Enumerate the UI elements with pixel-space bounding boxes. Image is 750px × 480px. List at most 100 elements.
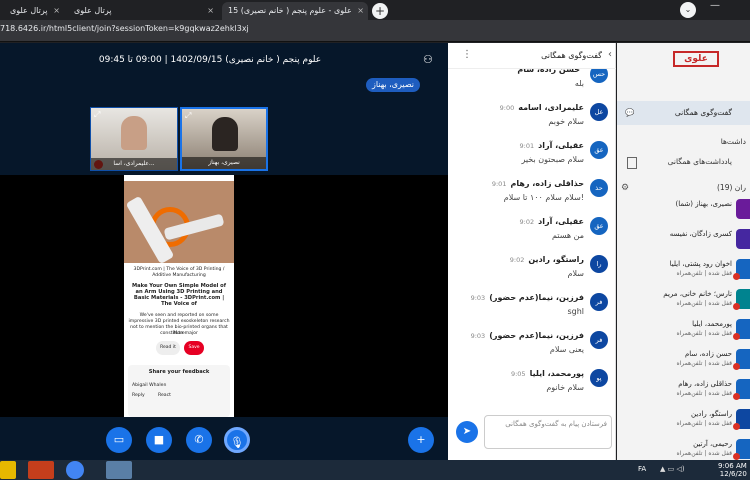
user-status: قفل شده | تلفن‌همراه <box>676 360 732 367</box>
person-image <box>212 117 238 151</box>
user-item[interactable]: نصیری، بهناز (شما) <box>617 195 750 225</box>
user-item[interactable]: حسن زاده، سام قفل شده | تلفن‌همراه <box>617 345 750 375</box>
user-item[interactable]: حذاقلی زاده، رهام قفل شده | تلفن‌همراه <box>617 375 750 405</box>
shared-phone-screen: 3DPrint.com | The Voice of 3D Printing /… <box>124 175 234 417</box>
user-status: قفل شده | تلفن‌همراه <box>676 390 732 397</box>
users-header: ران (19) <box>716 183 746 192</box>
chat-panel: ⋮ گفت‌وگوی همگانی ‹ حس حسن زاده، سام بله عل… <box>448 43 616 460</box>
tab-portal-2[interactable]: پرتال علوی × <box>68 2 218 20</box>
user-name: راستگو، رادین <box>691 410 732 418</box>
start-icon[interactable] <box>0 461 16 479</box>
chat-input[interactable]: فرستادن پیام به گفت‌وگوی همگانی <box>484 415 612 449</box>
user-item[interactable]: راستگو، رادین قفل شده | تلفن‌همراه <box>617 405 750 435</box>
chat-header: ⋮ گفت‌وگوی همگانی ‹ <box>448 43 616 69</box>
chat-message: را 9:02 راستگو، رادین سلام <box>448 253 616 291</box>
close-icon[interactable]: × <box>207 2 214 20</box>
presenter-badge: نصیری، بهناز <box>366 78 421 92</box>
clock-time: 9:06 AM <box>718 462 747 470</box>
tab-search-icon[interactable]: ⌄ <box>680 2 696 18</box>
user-item[interactable]: پورمحمد، ایلیا قفل شده | تلفن‌همراه <box>617 315 750 345</box>
message-sender: 9:01 حذاقلی زاده، رهام <box>492 179 584 188</box>
user-name: رحیمی، آرتین <box>693 440 732 448</box>
chat-message: فر 9:03 فرزین، نیما(عدم حضور) یعنی سلام <box>448 329 616 367</box>
tab-label: پرتال علوی <box>10 6 48 15</box>
shared-notes-item[interactable]: یادداشت‌های همگانی <box>617 151 750 171</box>
public-chat-label: گفت‌وگوی همگانی <box>674 108 732 117</box>
gear-icon[interactable]: ⚙ <box>621 183 629 193</box>
minimize-icon[interactable]: — <box>710 0 720 11</box>
message-time: 9:02 <box>509 256 525 264</box>
public-chat-item[interactable]: 💬 گفت‌وگوی همگانی <box>617 101 750 125</box>
language-indicator[interactable]: FA <box>638 465 646 473</box>
avatar <box>736 199 750 219</box>
avatar: عق <box>590 141 608 159</box>
powerpoint-icon[interactable] <box>28 461 54 479</box>
message-text: سلام خانوم <box>546 383 584 392</box>
locked-icon <box>733 363 740 370</box>
video-area: علوم پنجم ( خانم نصیری) 1402/09/15 | 09:… <box>0 43 448 460</box>
share-screen-button[interactable]: ▭ <box>106 427 132 453</box>
photos-icon[interactable] <box>106 461 132 479</box>
message-text: بله <box>574 79 584 88</box>
avatar: را <box>590 255 608 273</box>
locked-icon <box>733 393 740 400</box>
chat-options-icon[interactable]: ⋮ <box>462 49 472 60</box>
mic-button[interactable]: 🎙 <box>224 427 250 453</box>
tab-session[interactable]: علوی - علوم پنجم ( خانم نصیری) 15 × <box>222 2 368 20</box>
tray-icons[interactable]: ▲ ▭ ◁) <box>660 465 685 473</box>
message-sender: 9:00 علیمرادی، اسامه <box>500 103 584 112</box>
user-name: اخوان رود پشتی، ایلیا <box>669 260 732 268</box>
user-item[interactable]: اخوان رود پشتی، ایلیا قفل شده | تلفن‌همرا… <box>617 255 750 285</box>
avatar: فر <box>590 331 608 349</box>
avatar: حذ <box>590 179 608 197</box>
message-sender: حسن زاده، سام <box>517 69 584 74</box>
webcam-teacher[interactable]: ⤢ نصیری، بهناز <box>180 107 268 171</box>
message-sender: 9:02 عقیلی، آراد <box>520 217 584 226</box>
chat-messages: حس حسن زاده، سام بله عل 9:00 علیمرادی، اسامه س… <box>448 69 616 414</box>
close-icon[interactable]: × <box>357 2 364 20</box>
user-item[interactable]: تارس؛ خانم خانی، مریم قفل شده | تلفن‌همرا… <box>617 285 750 315</box>
actions-plus-button[interactable]: + <box>408 427 434 453</box>
chrome-icon[interactable] <box>66 461 84 479</box>
article-headline: Make Your Own Simple Model of an Arm Usi… <box>132 283 226 307</box>
logo: علوی <box>673 51 719 67</box>
url-field[interactable]: 718.6426.ir/html5client/join?sessionToke… <box>0 24 249 33</box>
user-name: کسری زادگان، نفیسه <box>669 230 732 238</box>
message-time: 9:01 <box>491 180 507 188</box>
user-settings-icon[interactable]: ⚇ <box>423 53 433 66</box>
phone-button[interactable]: ✆ <box>186 427 212 453</box>
close-icon[interactable]: × <box>53 2 60 20</box>
expand-icon[interactable]: ⤢ <box>185 111 191 121</box>
chevron-left-icon[interactable]: ‹ <box>608 49 612 60</box>
shared-notes-label: یادداشت‌های همگانی <box>667 157 732 166</box>
message-time: 9:01 <box>519 142 535 150</box>
feedback-user: Abigail Whalen <box>132 383 167 388</box>
article-more: More <box>173 331 185 336</box>
webcam-student[interactable]: ⤢ علیمرادی، اسا... <box>90 107 178 171</box>
save-button: Save <box>184 341 204 355</box>
chat-message: عق 9:02 عقیلی، آراد من هستم <box>448 215 616 253</box>
sender-name: عقیلی، آراد <box>538 217 584 226</box>
sender-name: عقیلی، آراد <box>538 141 584 150</box>
send-icon[interactable]: ➤ <box>456 421 478 443</box>
expand-icon[interactable]: ⤢ <box>94 110 100 120</box>
tab-label: پرتال علوی <box>74 6 112 15</box>
sender-name: فرزین، نیما(عدم حضور) <box>489 293 584 302</box>
new-tab-button[interactable]: + <box>372 3 388 19</box>
locked-icon <box>733 273 740 280</box>
tab-portal-1[interactable]: پرتال علوی × <box>4 2 64 20</box>
chat-title: گفت‌وگوی همگانی <box>541 51 602 60</box>
locked-icon <box>733 333 740 340</box>
feedback-react: React <box>158 393 171 398</box>
user-item[interactable]: کسری زادگان، نفیسه <box>617 225 750 255</box>
avatar: عق <box>590 217 608 235</box>
video-button[interactable]: ■ <box>146 427 172 453</box>
message-text: سلام صبحتون بخیر <box>521 155 584 164</box>
clock[interactable]: 9:06 AM 12/6/20 <box>718 462 747 478</box>
sender-name: فرزین، نیما(عدم حضور) <box>489 331 584 340</box>
user-status: قفل شده | تلفن‌همراه <box>676 300 732 307</box>
user-item[interactable]: رحیمی، آرتین قفل شده | تلفن‌همراه <box>617 435 750 460</box>
message-text: سلام <box>567 269 584 278</box>
browser-tab-bar: پرتال علوی × پرتال علوی × علوی - علوم پن… <box>0 0 750 20</box>
message-sender: 9:02 راستگو، رادین <box>510 255 584 264</box>
